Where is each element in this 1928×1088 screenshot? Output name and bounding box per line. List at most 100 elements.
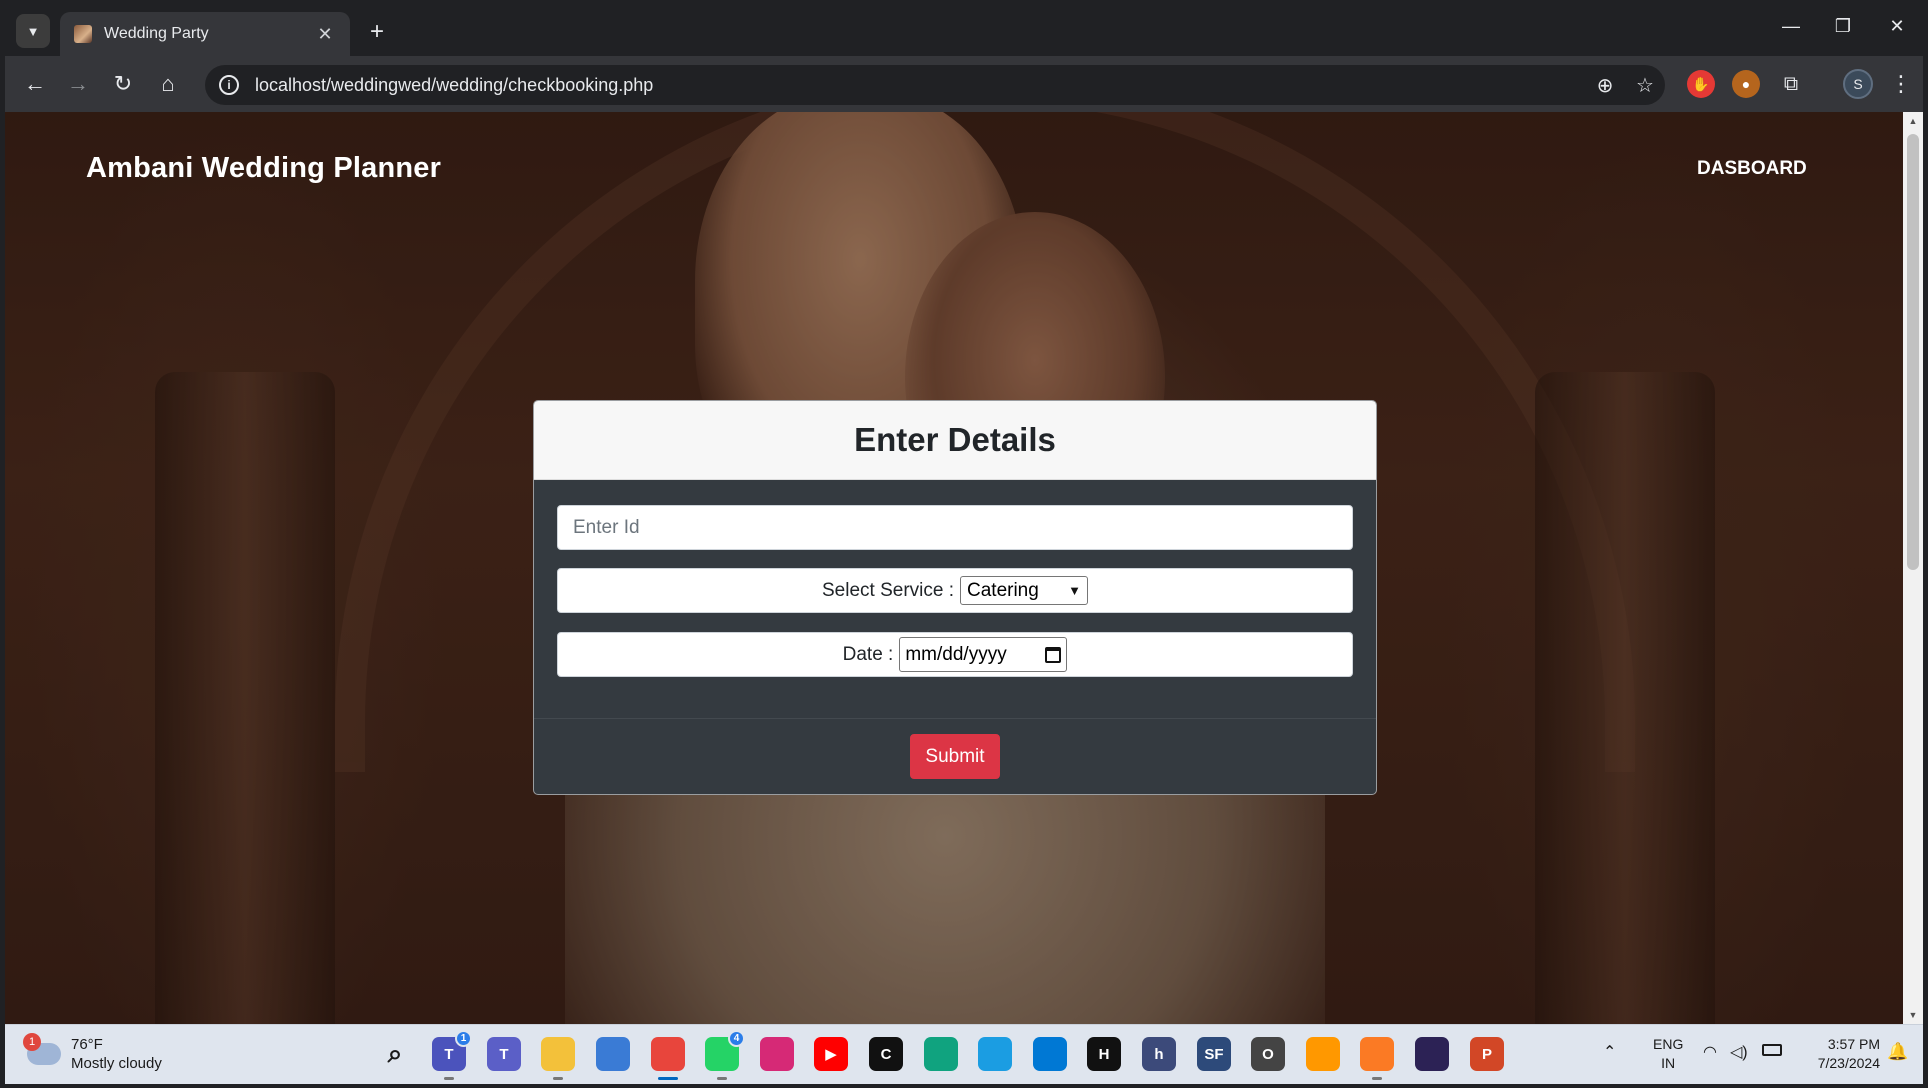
eclipse-icon[interactable]	[1415, 1037, 1449, 1071]
clock[interactable]: 3:57 PM 7/23/2024	[1800, 1035, 1880, 1073]
h-app-label: h	[1154, 1045, 1164, 1063]
chrome-icon[interactable]	[651, 1037, 685, 1080]
favicon-icon	[74, 25, 92, 43]
tab-wedding-party[interactable]: Wedding Party ✕	[60, 12, 350, 56]
page-scrollbar[interactable]: ▲ ▼	[1903, 112, 1923, 1024]
scroll-down-icon[interactable]: ▼	[1903, 1006, 1923, 1024]
teams-icon[interactable]: T	[487, 1037, 521, 1071]
extensions-puzzle-icon[interactable]: ⧉	[1777, 70, 1805, 98]
forward-button[interactable]: →	[62, 68, 94, 100]
site-brand[interactable]: Ambani Wedding Planner	[86, 152, 441, 185]
reload-button[interactable]: ↻	[107, 68, 139, 100]
o-app-icon[interactable]: O	[1251, 1037, 1285, 1071]
windows-taskbar: 1 76°F Mostly cloudy ⌕ T 1 T 4 ▶ C Hh SF O P ⌃ ENG…	[5, 1024, 1923, 1084]
address-bar[interactable]: i localhost/weddingwed/wedding/checkbook…	[205, 65, 1665, 105]
calendar-icon[interactable]	[1045, 646, 1062, 663]
file-explorer-icon[interactable]	[541, 1037, 575, 1080]
browser-window: ▼ Wedding Party ✕ + — ❐ ✕ ← → ↻ ⌂ i loca…	[0, 0, 1928, 1088]
weather-widget[interactable]: 1 76°F Mostly cloudy	[23, 1033, 162, 1073]
cloud-icon: 1	[23, 1033, 61, 1065]
active-indicator	[658, 1077, 678, 1080]
url-text[interactable]: localhost/weddingwed/wedding/checkbookin…	[255, 75, 1585, 96]
running-indicator	[553, 1077, 563, 1080]
wifi-icon[interactable]: ◠	[1703, 1043, 1717, 1062]
service-field: Select Service : Catering ▼	[557, 568, 1353, 613]
home-button[interactable]: ⌂	[152, 68, 184, 100]
microsoft-store-icon[interactable]	[596, 1037, 630, 1071]
id-input[interactable]	[573, 516, 1352, 539]
teams-personal-badge: 1	[455, 1030, 472, 1047]
nav-dashboard-link[interactable]: DASBOARD	[1697, 158, 1807, 180]
whatsapp-icon[interactable]: 4	[705, 1030, 745, 1080]
extension-cookie-icon[interactable]: ●	[1732, 70, 1760, 98]
windows-start-icon[interactable]	[323, 1037, 357, 1071]
h-app-icon[interactable]: h	[1142, 1037, 1176, 1071]
language-text: ENG	[1653, 1036, 1684, 1052]
menu-icon[interactable]: ⋮	[1885, 68, 1917, 100]
page-viewport: Ambani Wedding Planner DASBOARD Enter De…	[5, 112, 1903, 1024]
chevron-down-icon: ▼	[1068, 583, 1081, 598]
running-indicator	[717, 1077, 727, 1080]
chatgpt-icon[interactable]	[924, 1037, 958, 1071]
region-text: IN	[1661, 1055, 1676, 1071]
battery-icon[interactable]	[1762, 1044, 1782, 1056]
restore-button[interactable]: ❐	[1823, 16, 1863, 37]
date-field: Date : mm/dd/yyyy	[557, 632, 1353, 677]
id-field[interactable]	[557, 505, 1353, 550]
powerpoint-icon[interactable]: P	[1470, 1037, 1504, 1071]
notification-bell-icon[interactable]: 🔔	[1887, 1042, 1908, 1061]
new-tab-button[interactable]: +	[363, 19, 391, 45]
bookmark-star-icon[interactable]: ☆	[1625, 73, 1665, 98]
tab-search-button[interactable]: ▼	[16, 14, 50, 48]
teams-personal-icon[interactable]: T1	[432, 1030, 472, 1080]
service-label: Select Service :	[822, 579, 954, 601]
vscode-icon[interactable]	[1033, 1037, 1067, 1071]
xampp-icon[interactable]	[1360, 1037, 1394, 1080]
hackerrank-label: H	[1098, 1045, 1110, 1063]
card-footer-divider	[534, 718, 1376, 719]
date-placeholder: mm/dd/yyyy	[905, 643, 1007, 665]
weather-temp: 76°F	[71, 1036, 103, 1053]
sf-app-label: SF	[1204, 1045, 1224, 1063]
form-title: Enter Details	[854, 421, 1056, 458]
powerpoint-label: P	[1481, 1045, 1492, 1063]
edge-icon[interactable]	[978, 1037, 1012, 1071]
close-window-button[interactable]: ✕	[1877, 16, 1917, 37]
back-button[interactable]: ←	[19, 68, 51, 100]
hackerrank-icon[interactable]: H	[1087, 1037, 1121, 1071]
language-indicator[interactable]: ENG IN	[1653, 1035, 1683, 1073]
date-text: 7/23/2024	[1817, 1055, 1880, 1071]
o-app-label: O	[1262, 1045, 1274, 1063]
extension-red-icon[interactable]: ✋	[1687, 70, 1715, 98]
booking-form-card: Enter Details Select Service : Catering …	[533, 400, 1377, 795]
search-icon[interactable]: ⌕	[378, 1037, 412, 1071]
profile-avatar[interactable]: S	[1843, 69, 1873, 99]
close-tab-icon[interactable]: ✕	[314, 24, 336, 45]
c-app-label: C	[880, 1045, 892, 1063]
browser-toolbar: ← → ↻ ⌂ i localhost/weddingwed/wedding/c…	[5, 56, 1923, 112]
running-indicator	[1372, 1077, 1382, 1080]
sf-app-icon[interactable]: SF	[1197, 1037, 1231, 1071]
date-input[interactable]: mm/dd/yyyy	[899, 637, 1068, 672]
time-text: 3:57 PM	[1827, 1036, 1880, 1052]
teams-personal-label: T	[444, 1045, 454, 1063]
weather-condition: Mostly cloudy	[71, 1055, 162, 1072]
running-indicator	[444, 1077, 454, 1080]
show-hidden-icons[interactable]: ⌃	[1603, 1043, 1616, 1062]
youtube-icon[interactable]: ▶	[814, 1037, 848, 1071]
chevron-down-icon: ▼	[26, 23, 40, 39]
weather-badge: 1	[23, 1033, 41, 1051]
c-app-icon[interactable]: C	[869, 1037, 903, 1071]
scroll-thumb[interactable]	[1907, 134, 1919, 570]
service-select[interactable]: Catering ▼	[960, 576, 1088, 605]
zoom-icon[interactable]: ⊕	[1585, 73, 1625, 98]
scroll-up-icon[interactable]: ▲	[1903, 112, 1923, 130]
tab-strip: ▼ Wedding Party ✕ + — ❐ ✕	[5, 4, 1923, 56]
sublime-icon[interactable]	[1306, 1037, 1340, 1071]
submit-button[interactable]: Submit	[910, 734, 1000, 779]
card-header: Enter Details	[534, 401, 1376, 480]
volume-icon[interactable]: ◁)	[1730, 1043, 1748, 1062]
minimize-button[interactable]: —	[1771, 16, 1811, 37]
site-info-icon[interactable]: i	[219, 75, 239, 95]
instagram-icon[interactable]	[760, 1037, 794, 1071]
